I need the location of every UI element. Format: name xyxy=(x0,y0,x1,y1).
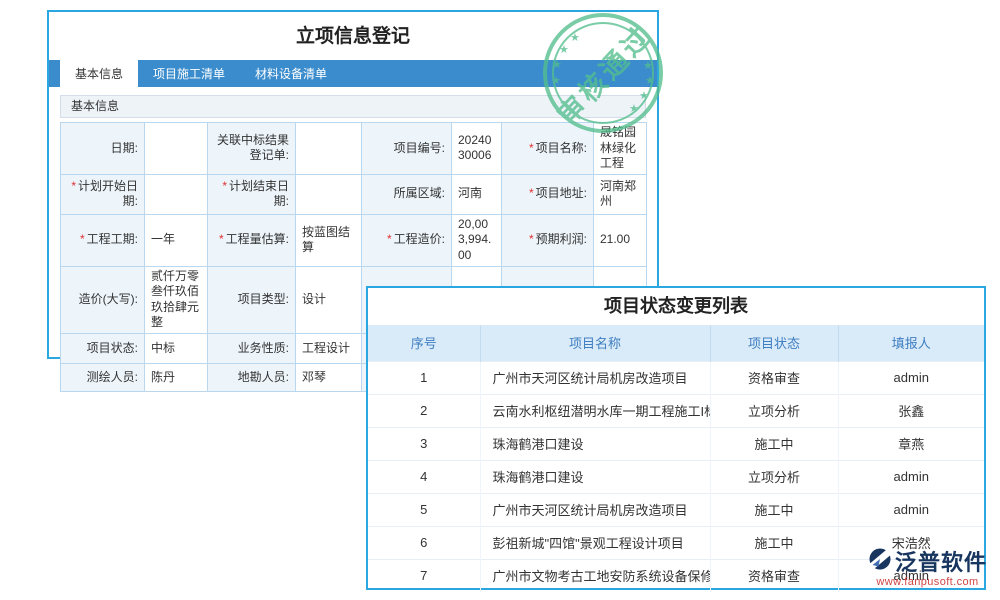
field-label-quantity-estimate: *工程量估算: xyxy=(208,214,296,266)
plan-start-date-field[interactable] xyxy=(145,174,208,214)
required-asterisk: * xyxy=(219,232,224,246)
reporter-link[interactable]: admin xyxy=(838,361,984,394)
required-asterisk: * xyxy=(529,232,534,246)
column-header-project-name: 项目名称 xyxy=(480,325,710,361)
plan-end-date-field[interactable] xyxy=(296,174,362,214)
geotechnical-staff-field[interactable]: 邓琴 xyxy=(296,363,362,391)
expected-profit-field[interactable]: 21.00 xyxy=(594,214,647,266)
project-type-field[interactable]: 设计 xyxy=(296,266,362,333)
row-no: 4 xyxy=(368,460,480,493)
row-status: 资格审查 xyxy=(710,361,838,394)
row-status: 资格审查 xyxy=(710,559,838,592)
project-name-link[interactable]: 珠海鹤港口建设 xyxy=(480,427,710,460)
project-name-link[interactable]: 广州市天河区统计局机房改造项目 xyxy=(480,493,710,526)
page-title: 立项信息登记 xyxy=(49,21,657,48)
form-row: *工程工期: 一年 *工程量估算: 按蓝图结算 *工程造价: 20,003,99… xyxy=(61,214,647,266)
quantity-estimate-field[interactable]: 按蓝图结算 xyxy=(296,214,362,266)
field-label-plan-start-date: *计划开始日期: xyxy=(61,174,145,214)
form-row: 日期: 关联中标结果登记单: 项目编号: 2024030006 *项目名称: 晟… xyxy=(61,123,647,175)
column-header-status: 项目状态 xyxy=(710,325,838,361)
project-cost-field[interactable]: 20,003,994.00 xyxy=(452,214,502,266)
vendor-logo-icon xyxy=(868,547,892,576)
row-status: 施工中 xyxy=(710,427,838,460)
field-label-project-cost: *工程造价: xyxy=(362,214,452,266)
row-status: 立项分析 xyxy=(710,394,838,427)
row-no: 5 xyxy=(368,493,480,526)
field-label-region: 所属区域: xyxy=(362,174,452,214)
tab-construction-list[interactable]: 项目施工清单 xyxy=(138,60,240,87)
reporter-link[interactable]: admin xyxy=(838,493,984,526)
column-header-reporter: 填报人 xyxy=(838,325,984,361)
reporter-link[interactable]: admin xyxy=(838,460,984,493)
project-status-field[interactable]: 中标 xyxy=(145,333,208,363)
field-label-project-name: *项目名称: xyxy=(502,123,594,175)
row-status: 施工中 xyxy=(710,526,838,559)
row-no: 1 xyxy=(368,361,480,394)
business-nature-field[interactable]: 工程设计 xyxy=(296,333,362,363)
field-label-linked-bid-result: 关联中标结果登记单: xyxy=(208,123,296,175)
required-asterisk: * xyxy=(222,179,227,193)
vendor-logo: 泛普软件 www.fanpusoft.com xyxy=(868,545,987,588)
project-name-link[interactable]: 广州市文物考古工地安防系统设备保修 xyxy=(480,559,710,592)
reporter-link[interactable]: 张鑫 xyxy=(838,394,984,427)
project-name-field[interactable]: 晟铭园林绿化工程 xyxy=(594,123,647,175)
required-asterisk: * xyxy=(71,179,76,193)
project-address-field[interactable]: 河南郑州 xyxy=(594,174,647,214)
field-label-plan-end-date: *计划结束日期: xyxy=(208,174,296,214)
row-status: 施工中 xyxy=(710,493,838,526)
vendor-url: www.fanpusoft.com xyxy=(868,576,987,588)
vendor-logo-text: 泛普软件 xyxy=(895,545,987,577)
project-name-link[interactable]: 彭祖新城"四馆"景观工程设计项目 xyxy=(480,526,710,559)
cost-in-words-field[interactable]: 贰仟万零叁仟玖佰玖拾肆元整 xyxy=(145,266,208,333)
field-label-surveyor: 测绘人员: xyxy=(61,363,145,391)
row-no: 7 xyxy=(368,559,480,592)
field-label-date: 日期: xyxy=(61,123,145,175)
date-field[interactable] xyxy=(145,123,208,175)
row-no: 6 xyxy=(368,526,480,559)
reporter-link[interactable]: 章燕 xyxy=(838,427,984,460)
row-status: 立项分析 xyxy=(710,460,838,493)
table-header-row: 序号 项目名称 项目状态 填报人 xyxy=(368,325,984,361)
table-row: 1 广州市天河区统计局机房改造项目 资格审查 admin xyxy=(368,361,984,394)
duration-field[interactable]: 一年 xyxy=(145,214,208,266)
field-label-project-no: 项目编号: xyxy=(362,123,452,175)
field-label-project-status: 项目状态: xyxy=(61,333,145,363)
section-header-basic-info: 基本信息 xyxy=(60,95,646,118)
field-label-business-nature: 业务性质: xyxy=(208,333,296,363)
field-label-project-type: 项目类型: xyxy=(208,266,296,333)
region-field[interactable]: 河南 xyxy=(452,174,502,214)
field-label-duration: *工程工期: xyxy=(61,214,145,266)
required-asterisk: * xyxy=(80,232,85,246)
row-no: 2 xyxy=(368,394,480,427)
field-label-expected-profit: *预期利润: xyxy=(502,214,594,266)
table-row: 3 珠海鹤港口建设 施工中 章燕 xyxy=(368,427,984,460)
field-label-geotechnical-staff: 地勘人员: xyxy=(208,363,296,391)
linked-bid-result-field[interactable] xyxy=(296,123,362,175)
list-title: 项目状态变更列表 xyxy=(368,288,984,325)
project-name-link[interactable]: 云南水利枢纽潜明水库一期工程施工I标 xyxy=(480,394,710,427)
required-asterisk: * xyxy=(529,186,534,200)
field-label-cost-in-words: 造价(大写): xyxy=(61,266,145,333)
form-row: *计划开始日期: *计划结束日期: 所属区域: 河南 *项目地址: 河南郑州 xyxy=(61,174,647,214)
surveyor-field[interactable]: 陈丹 xyxy=(145,363,208,391)
table-row: 4 珠海鹤港口建设 立项分析 admin xyxy=(368,460,984,493)
required-asterisk: * xyxy=(529,141,534,155)
row-no: 3 xyxy=(368,427,480,460)
column-header-no: 序号 xyxy=(368,325,480,361)
table-row: 5 广州市天河区统计局机房改造项目 施工中 admin xyxy=(368,493,984,526)
field-label-project-address: *项目地址: xyxy=(502,174,594,214)
tab-basic-info[interactable]: 基本信息 xyxy=(60,60,138,87)
tab-bar: 基本信息 项目施工清单 材料设备清单 xyxy=(49,60,657,87)
table-row: 2 云南水利枢纽潜明水库一期工程施工I标 立项分析 张鑫 xyxy=(368,394,984,427)
project-name-link[interactable]: 珠海鹤港口建设 xyxy=(480,460,710,493)
project-name-link[interactable]: 广州市天河区统计局机房改造项目 xyxy=(480,361,710,394)
project-no-field[interactable]: 2024030006 xyxy=(452,123,502,175)
required-asterisk: * xyxy=(387,232,392,246)
tab-material-equipment-list[interactable]: 材料设备清单 xyxy=(240,60,342,87)
